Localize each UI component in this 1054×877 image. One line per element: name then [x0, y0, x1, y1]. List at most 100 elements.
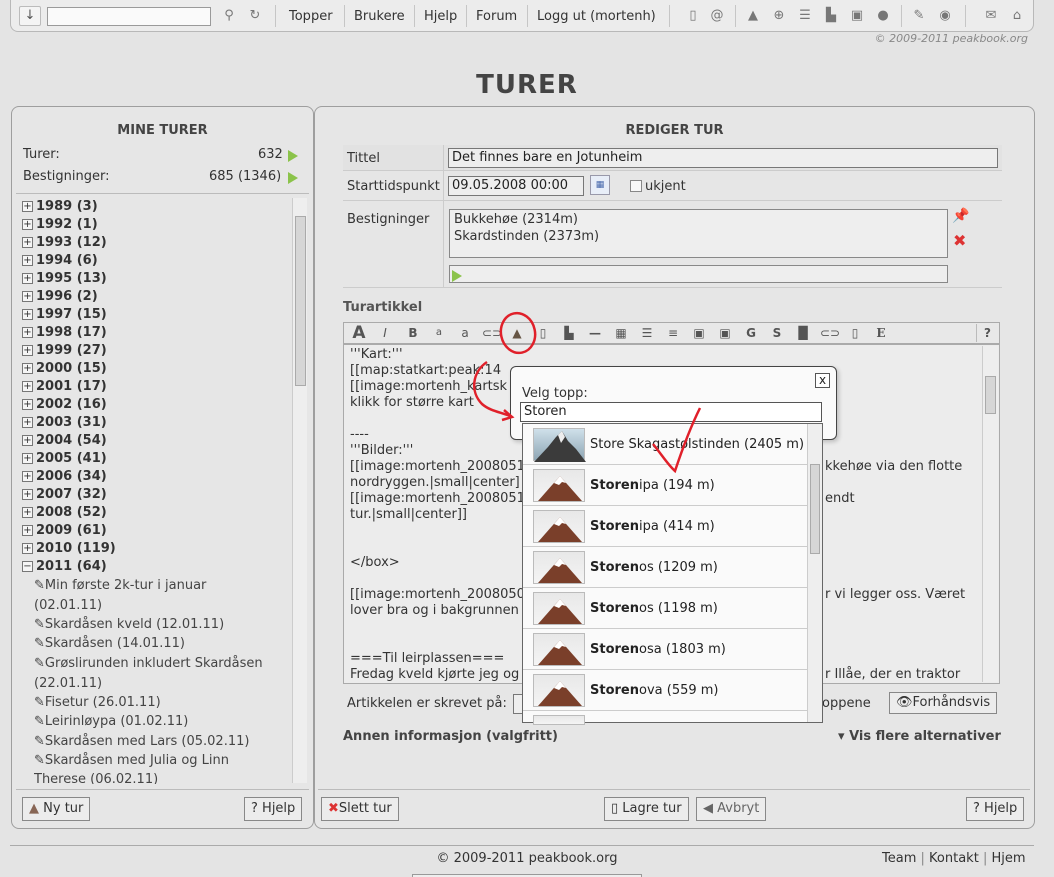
tree-year-1997[interactable]: +1997 (15) [22, 307, 107, 322]
subscript-icon[interactable]: a [458, 324, 472, 342]
nav-logout[interactable]: Logg ut (mortenh) [537, 9, 656, 24]
trip-item-date[interactable]: (02.01.11) [34, 598, 102, 613]
tree-year-2008[interactable]: +2008 (52) [22, 505, 107, 520]
nav-topper[interactable]: Topper [289, 9, 333, 24]
expand-icon[interactable]: + [22, 525, 33, 536]
nav-brukere[interactable]: Brukere [354, 9, 405, 24]
bullet-list-icon[interactable]: ☰ [638, 324, 656, 342]
peak-result-item[interactable]: Storenipa (414 m) [523, 506, 807, 547]
footer-link-kontakt[interactable]: Kontakt [929, 851, 979, 866]
nav-forum[interactable]: Forum [476, 9, 517, 24]
font-icon[interactable]: A [348, 324, 370, 342]
tree-year-2011[interactable]: −2011 (64) [22, 559, 107, 574]
table-icon[interactable]: ▦ [612, 324, 630, 342]
tree-year-1989[interactable]: +1989 (3) [22, 199, 98, 214]
unknown-checkbox[interactable] [630, 180, 642, 192]
peak-result-item[interactable]: Storenos (1198 m) [523, 588, 807, 629]
expand-icon[interactable]: + [22, 399, 33, 410]
expand-icon[interactable]: + [22, 471, 33, 482]
right-help-button[interactable]: ? Hjelp [966, 797, 1025, 821]
expand-icon[interactable]: + [22, 309, 33, 320]
collapse-icon[interactable]: − [22, 561, 33, 572]
document-icon[interactable]: ▯ [685, 8, 701, 24]
code-icon[interactable]: ⊂⊃ [820, 324, 840, 342]
ascent-item[interactable]: Skardstinden (2373m) [454, 229, 599, 244]
peak-result-item[interactable]: Storenipa (194 m) [523, 465, 807, 506]
more-options-link[interactable]: ▾ Vis flere alternativer [838, 729, 1001, 744]
tree-year-2010[interactable]: +2010 (119) [22, 541, 116, 556]
save-trip-button[interactable]: ▯ Lagre tur [604, 797, 689, 821]
calendar-icon[interactable]: ▦ [590, 175, 610, 195]
tree-year-2001[interactable]: +2001 (17) [22, 379, 107, 394]
results-scrollbar[interactable] [807, 424, 822, 722]
tree-year-2004[interactable]: +2004 (54) [22, 433, 107, 448]
tree-year-2000[interactable]: +2000 (15) [22, 361, 107, 376]
turer-arrow-icon[interactable] [288, 148, 298, 163]
nav-hjelp[interactable]: Hjelp [424, 9, 457, 24]
left-scrollbar[interactable] [292, 198, 307, 783]
peak-result-item[interactable]: Storenos (1209 m) [523, 547, 807, 588]
link-icon[interactable]: ⊂⊃ [482, 324, 502, 342]
box-icon[interactable]: █ [794, 324, 812, 342]
trip-item[interactable]: ✎Skardåsen (14.01.11) [34, 636, 185, 651]
expand-icon[interactable]: + [22, 219, 33, 230]
tree-year-1994[interactable]: +1994 (6) [22, 253, 98, 268]
boot-icon[interactable]: ▙ [560, 324, 578, 342]
expand-icon[interactable]: + [22, 273, 33, 284]
email-at-icon[interactable]: @ [709, 8, 725, 24]
tree-year-2007[interactable]: +2007 (32) [22, 487, 107, 502]
ascent-item[interactable]: Bukkehøe (2314m) [454, 212, 578, 227]
e-icon[interactable]: E [872, 324, 890, 342]
scroll-thumb[interactable] [985, 376, 996, 414]
home-icon[interactable]: ⌂ [1009, 8, 1025, 24]
ascent-add-input[interactable] [449, 265, 948, 283]
plus-circle-icon[interactable]: ⊕ [771, 8, 787, 24]
trip-item-date[interactable]: Therese (06.02.11) [34, 772, 158, 784]
download-icon[interactable]: ↓ [19, 6, 41, 26]
upload-image-icon[interactable]: ▣ [716, 324, 734, 342]
trip-item[interactable]: ✎Skardåsen med Lars (05.02.11) [34, 734, 249, 749]
expand-icon[interactable]: + [22, 507, 33, 518]
superscript-icon[interactable]: a [432, 324, 446, 342]
peak-result-item[interactable]: Store Skagastølstinden (2405 m) [523, 424, 807, 465]
refresh-icon[interactable]: ↻ [247, 8, 263, 24]
trip-item[interactable]: ✎Skardåsen kveld (12.01.11) [34, 617, 224, 632]
italic-icon[interactable]: I [376, 324, 394, 342]
expand-icon[interactable]: + [22, 345, 33, 356]
bestigninger-arrow-icon[interactable] [288, 170, 298, 185]
ascents-list[interactable]: Bukkehøe (2314m) Skardstinden (2373m) [449, 209, 948, 258]
title-input[interactable]: Det finnes bare en Jotunheim [448, 148, 998, 168]
image-icon[interactable]: ▣ [690, 324, 708, 342]
trip-item[interactable]: ✎Grøslirunden inkludert Skardåsen [34, 656, 263, 671]
trip-item[interactable]: ✎Leirinløypa (01.02.11) [34, 714, 188, 729]
pin-icon[interactable]: 📌 [952, 208, 969, 224]
cancel-button[interactable]: ◀ Avbryt [696, 797, 767, 821]
delete-trip-button[interactable]: ✖Slett tur [321, 797, 399, 821]
tree-year-2009[interactable]: +2009 (61) [22, 523, 107, 538]
expand-icon[interactable]: + [22, 453, 33, 464]
expand-icon[interactable]: + [22, 237, 33, 248]
expand-icon[interactable]: + [22, 201, 33, 212]
expand-icon[interactable]: + [22, 363, 33, 374]
peak-result-item[interactable] [523, 711, 807, 725]
tree-year-2002[interactable]: +2002 (16) [22, 397, 107, 412]
expand-icon[interactable]: + [22, 489, 33, 500]
expand-icon[interactable]: + [22, 435, 33, 446]
trip-item-date[interactable]: (22.01.11) [34, 676, 102, 691]
scroll-thumb[interactable] [810, 464, 820, 554]
mountain-icon[interactable]: ▲ [745, 8, 761, 24]
list-icon[interactable]: ☰ [797, 8, 813, 24]
expand-icon[interactable]: + [22, 381, 33, 392]
trip-item[interactable]: ✎Min første 2k-tur i januar [34, 578, 206, 593]
tree-year-1999[interactable]: +1999 (27) [22, 343, 107, 358]
tree-year-2005[interactable]: +2005 (41) [22, 451, 107, 466]
trip-item[interactable]: ✎Skardåsen med Julia og Linn [34, 753, 229, 768]
search-icon[interactable]: ⚲ [221, 8, 237, 24]
start-date-input[interactable]: 09.05.2008 00:00 [448, 176, 584, 196]
bold-icon[interactable]: B [404, 324, 422, 342]
hr-icon[interactable]: — [586, 324, 604, 342]
bookmark-icon[interactable]: ▯ [536, 324, 550, 342]
expand-icon[interactable]: + [22, 327, 33, 338]
speech-bubble-icon[interactable]: ● [875, 8, 891, 24]
footer-link-hjem[interactable]: Hjem [991, 851, 1025, 866]
